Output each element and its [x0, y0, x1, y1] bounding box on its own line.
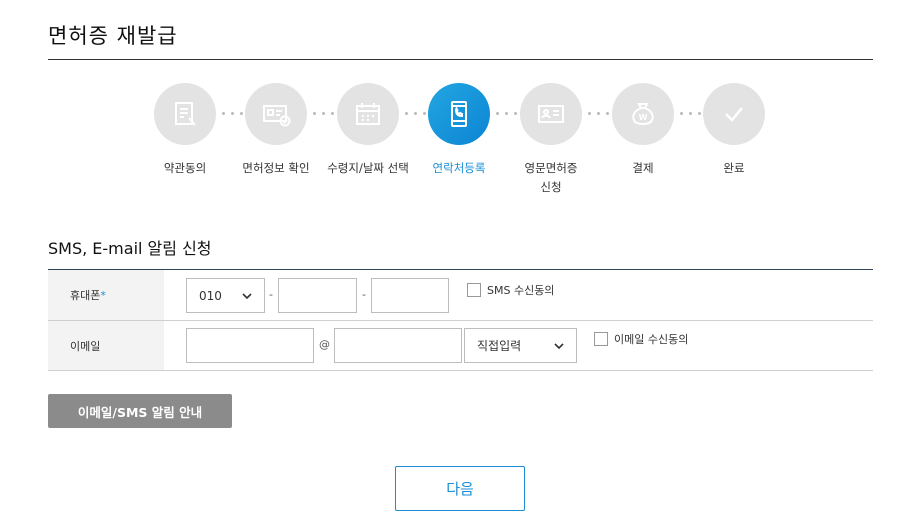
checkbox-box[interactable]	[594, 332, 608, 346]
notice-button[interactable]: 이메일/SMS 알림 안내	[48, 394, 232, 428]
row-divider	[48, 370, 873, 371]
sms-consent-checkbox[interactable]: SMS 수신동의	[467, 282, 554, 298]
title-divider	[48, 59, 873, 60]
step-contact	[428, 83, 490, 145]
email-label-text: 이메일	[70, 339, 101, 353]
email-domain-input[interactable]	[334, 328, 462, 363]
phone-separator: -	[269, 288, 273, 301]
phone-separator: -	[362, 288, 366, 301]
email-domain-select[interactable]: 직접입력	[464, 328, 577, 363]
phone-label: 휴대폰 *	[48, 270, 164, 320]
step-label-line: 신청	[540, 180, 562, 194]
email-id-input[interactable]	[186, 328, 314, 363]
id-card-icon	[538, 105, 564, 123]
section-title: SMS, E-mail 알림 신청	[48, 239, 212, 258]
id-card-check-icon	[263, 105, 291, 127]
page-title: 면허증 재발급	[48, 24, 178, 48]
check-icon	[725, 107, 743, 122]
email-domain-select-value: 직접입력	[477, 339, 522, 353]
at-sign: @	[319, 338, 330, 351]
phone-middle-input[interactable]	[278, 278, 357, 313]
email-consent-label: 이메일 수신동의	[614, 333, 689, 346]
step-connector	[405, 112, 426, 115]
money-bag-icon: W	[632, 103, 654, 126]
document-pen-icon	[175, 102, 196, 126]
email-label: 이메일	[48, 321, 164, 370]
step-connector	[588, 112, 609, 115]
form-top-rule	[48, 269, 873, 270]
step-payment: W	[612, 83, 674, 145]
phone-label-text: 휴대폰	[70, 289, 101, 302]
phone-prefix-value: 010	[199, 288, 222, 303]
required-mark: *	[100, 288, 106, 302]
step-connector	[680, 112, 701, 115]
step-connector	[222, 112, 243, 115]
step-label-complete: 완료	[723, 161, 745, 175]
row-divider	[48, 320, 873, 321]
step-connector	[313, 112, 334, 115]
calendar-icon	[356, 103, 380, 125]
step-terms	[154, 83, 216, 145]
svg-text:W: W	[639, 113, 648, 122]
checkbox-box[interactable]	[467, 283, 481, 297]
sms-consent-label: SMS 수신동의	[487, 284, 555, 297]
chevron-down-icon	[242, 292, 252, 299]
phone-last-input[interactable]	[371, 278, 449, 313]
chevron-down-icon	[554, 342, 564, 349]
phone-prefix-select[interactable]: 010	[186, 278, 265, 313]
step-license-info	[245, 83, 307, 145]
step-connector	[496, 112, 517, 115]
email-consent-checkbox[interactable]: 이메일 수신동의	[594, 331, 688, 347]
phone-icon	[451, 101, 467, 127]
step-complete	[703, 83, 765, 145]
next-button[interactable]: 다음	[395, 466, 525, 511]
step-date-select	[337, 83, 399, 145]
step-english-license	[520, 83, 582, 145]
